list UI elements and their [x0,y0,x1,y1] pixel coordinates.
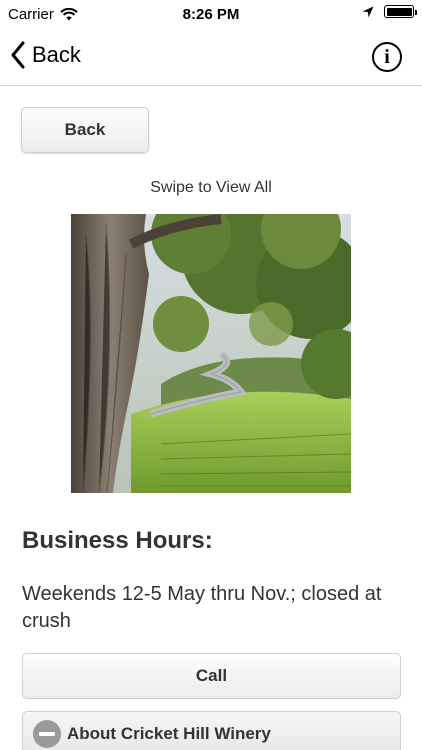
detail-content: Back Swipe to View All Business Hours: W… [0,87,422,750]
nav-back-label: Back [32,42,81,67]
location-arrow-icon [362,6,374,17]
status-time: 8:26 PM [182,6,240,23]
about-label: About Cricket Hill Winery [67,724,271,743]
chevron-left-icon [11,41,25,69]
swipe-hint: Swipe to View All [150,179,272,196]
info-icon: i [384,45,390,68]
navigation-bar: Back i [0,30,422,86]
nav-back-button[interactable]: Back [10,41,81,69]
status-right [362,5,417,18]
back-button[interactable]: Back [21,107,149,153]
business-hours-title: Business Hours: [22,527,213,554]
battery-fill [386,7,412,16]
battery-icon [384,5,417,18]
winery-photo[interactable] [71,214,351,493]
info-button[interactable]: i [372,42,402,72]
status-bar: Carrier 8:26 PM [0,0,422,30]
business-hours-text: Weekends 12-5 May thru Nov.; closed at c… [22,583,382,632]
collapse-minus-icon [33,720,61,748]
about-section-toggle[interactable]: About Cricket Hill Winery [22,711,401,750]
call-button[interactable]: Call [22,653,401,699]
